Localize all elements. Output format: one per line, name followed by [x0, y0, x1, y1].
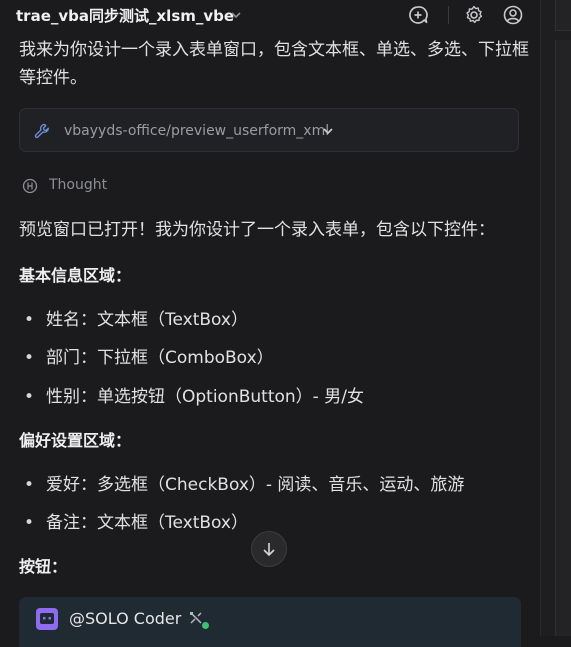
- chevron-down-icon[interactable]: [322, 125, 334, 137]
- agent-mention[interactable]: @SOLO Coder: [69, 609, 181, 628]
- list-item: • 性别：单选按钮（OptionButton）- 男/女: [24, 387, 364, 407]
- list-item: • 姓名：文本框（TextBox）: [24, 310, 248, 330]
- tool-call-card[interactable]: vbayyds-office/preview_userform_xml: [19, 108, 519, 152]
- settings-icon[interactable]: [463, 4, 485, 26]
- bullet: •: [24, 310, 35, 330]
- right-panel: [540, 0, 571, 636]
- right-panel-body: [555, 40, 571, 636]
- solo-agent-icon: [36, 608, 58, 630]
- composer[interactable]: @SOLO Coder: [19, 597, 521, 647]
- bullet: •: [24, 513, 35, 533]
- page-title: trae_vba同步测试_xlsm_vbe: [16, 7, 235, 25]
- thought-icon: [22, 178, 38, 194]
- tool-call-label: vbayyds-office/preview_userform_xml: [64, 123, 330, 139]
- bullet: •: [24, 475, 35, 495]
- account-icon[interactable]: [502, 4, 524, 26]
- scroll-to-bottom-button[interactable]: [251, 531, 287, 567]
- header-divider: [448, 6, 449, 24]
- status-dot: [202, 622, 209, 629]
- section-heading: 基本信息区域：: [19, 266, 132, 285]
- wrench-icon: [34, 123, 49, 139]
- chat-panel: trae_vba同步测试_xlsm_vbe 我来为你设计一个录入表单窗口，包含文…: [0, 0, 540, 647]
- bullet: •: [24, 387, 35, 407]
- list-item: • 部门：下拉框（ComboBox）: [24, 348, 274, 368]
- list-item: • 备注：文本框（TextBox）: [24, 513, 248, 533]
- thought-label: Thought: [49, 177, 108, 193]
- right-panel-header: [555, 0, 571, 31]
- response-intro: 预览窗口已打开！我为你设计了一个录入表单，包含以下控件：: [19, 220, 495, 240]
- chat-header: trae_vba同步测试_xlsm_vbe: [0, 0, 540, 30]
- chevron-down-icon[interactable]: [229, 8, 243, 22]
- list-item: • 爱好：多选框（CheckBox）- 阅读、音乐、运动、旅游: [24, 475, 465, 495]
- section-heading: 按钮：: [19, 557, 68, 576]
- arrow-down-icon: [263, 543, 275, 557]
- bullet: •: [24, 348, 35, 368]
- add-chat-icon[interactable]: [407, 4, 429, 26]
- user-message: 我来为你设计一个录入表单窗口，包含文本框、单选、多选、下拉框等控件。: [19, 40, 529, 88]
- section-heading: 偏好设置区域：: [19, 431, 132, 450]
